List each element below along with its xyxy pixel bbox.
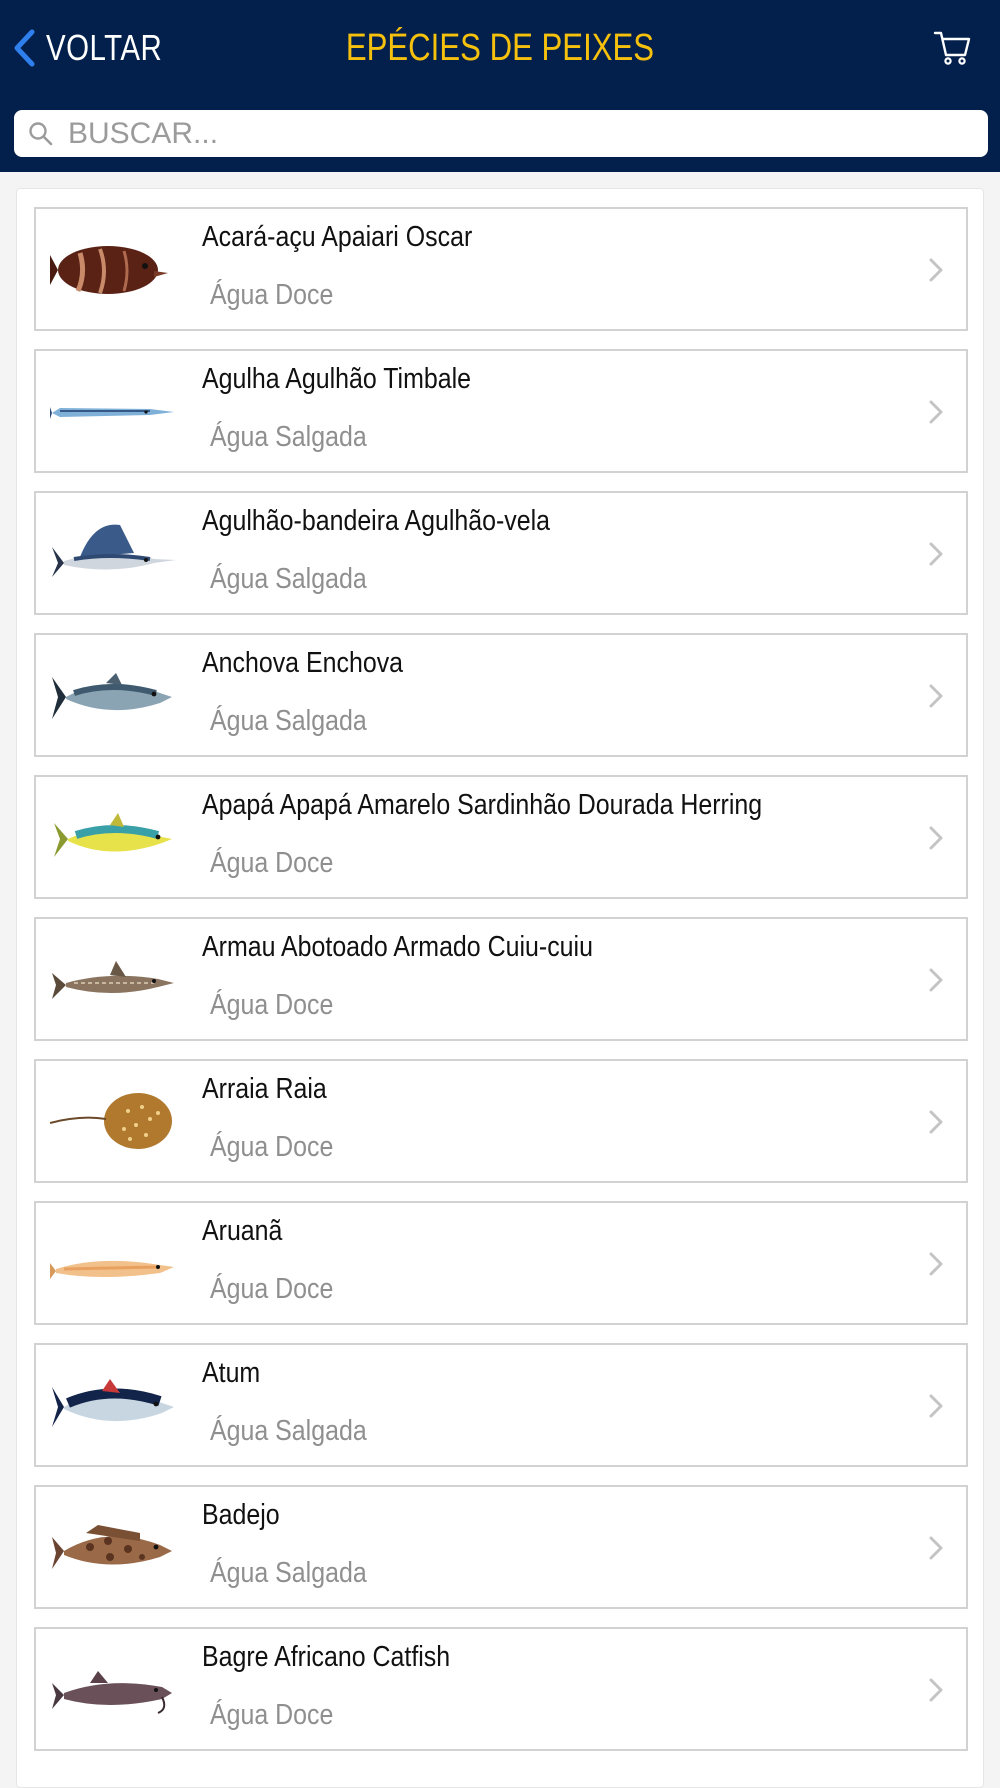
species-name: Aruanã: [202, 1215, 283, 1247]
species-name: Apapá Apapá Amarelo Sardinhão Dourada He…: [202, 789, 763, 821]
water-type: Água Doce: [210, 1131, 334, 1163]
water-type: Água Doce: [210, 279, 334, 311]
species-name: Arraia Raia: [202, 1073, 327, 1105]
species-name: Badejo: [202, 1499, 280, 1531]
fish-thumbnail: [50, 1260, 174, 1279]
species-row[interactable]: Arraia Raia Água Doce: [34, 1059, 968, 1183]
chevron-right-icon: [929, 968, 943, 992]
species-row[interactable]: Agulhão-bandeira Agulhão-vela Água Salga…: [34, 491, 968, 615]
species-name: Agulha Agulhão Timbale: [202, 363, 472, 395]
fish-thumbnail: [52, 1379, 174, 1427]
species-name: Atum: [202, 1357, 261, 1389]
species-name: Anchova Enchova: [202, 647, 404, 679]
species-row[interactable]: Bagre Africano Catfish Água Doce: [34, 1627, 968, 1751]
chevron-right-icon: [929, 1110, 943, 1134]
species-row[interactable]: Apapá Apapá Amarelo Sardinhão Dourada He…: [34, 775, 968, 899]
water-type: Água Salgada: [210, 1415, 367, 1447]
species-row[interactable]: Armau Abotoado Armado Cuiu-cuiu Água Doc…: [34, 917, 968, 1041]
species-row[interactable]: Acará-açu Apaiari Oscar Água Doce: [34, 207, 968, 331]
cart-icon[interactable]: [932, 28, 972, 68]
species-row[interactable]: Anchova Enchova Água Salgada: [34, 633, 968, 757]
fish-thumbnail: [50, 1093, 172, 1149]
species-row[interactable]: Agulha Agulhão Timbale Água Salgada: [34, 349, 968, 473]
search-input[interactable]: [68, 116, 968, 151]
species-row[interactable]: Aruanã Água Doce: [34, 1201, 968, 1325]
chevron-right-icon: [929, 542, 943, 566]
chevron-right-icon: [929, 1252, 943, 1276]
fish-thumbnail: [52, 673, 172, 719]
water-type: Água Salgada: [210, 705, 367, 737]
chevron-right-icon: [929, 684, 943, 708]
fish-thumbnail: [52, 524, 176, 577]
species-name: Armau Abotoado Armado Cuiu-cuiu: [202, 931, 593, 963]
fish-thumbnail: [50, 407, 174, 419]
fish-thumbnail: [52, 1671, 172, 1714]
chevron-right-icon: [929, 826, 943, 850]
chevron-right-icon: [929, 1394, 943, 1418]
chevron-right-icon: [929, 1536, 943, 1560]
species-name: Bagre Africano Catfish: [202, 1641, 451, 1673]
app-header: VOLTAR EPÉCIES DE PEIXES: [0, 0, 1000, 172]
chevron-right-icon: [929, 258, 943, 282]
species-name: Acará-açu Apaiari Oscar: [202, 221, 473, 253]
water-type: Água Salgada: [210, 1557, 367, 1589]
fish-thumbnail: [50, 246, 168, 294]
search-icon: [29, 121, 53, 145]
water-type: Água Salgada: [210, 421, 367, 453]
fish-thumbnail: [52, 1525, 172, 1569]
water-type: Água Doce: [210, 1699, 334, 1731]
fish-thumbnail: [54, 813, 172, 857]
species-list: Acará-açu Apaiari Oscar Água Doce Agulha…: [16, 188, 984, 1788]
chevron-right-icon: [929, 1678, 943, 1702]
chevron-right-icon: [929, 400, 943, 424]
water-type: Água Doce: [210, 989, 334, 1021]
fish-thumbnail: [52, 961, 174, 999]
water-type: Água Doce: [210, 847, 334, 879]
water-type: Água Doce: [210, 1273, 334, 1305]
page-title: EPÉCIES DE PEIXES: [345, 27, 655, 69]
species-name: Agulhão-bandeira Agulhão-vela: [202, 505, 551, 537]
species-row[interactable]: Badejo Água Salgada: [34, 1485, 968, 1609]
species-row[interactable]: Atum Água Salgada: [34, 1343, 968, 1467]
water-type: Água Salgada: [210, 563, 367, 595]
search-bar[interactable]: [14, 110, 988, 157]
